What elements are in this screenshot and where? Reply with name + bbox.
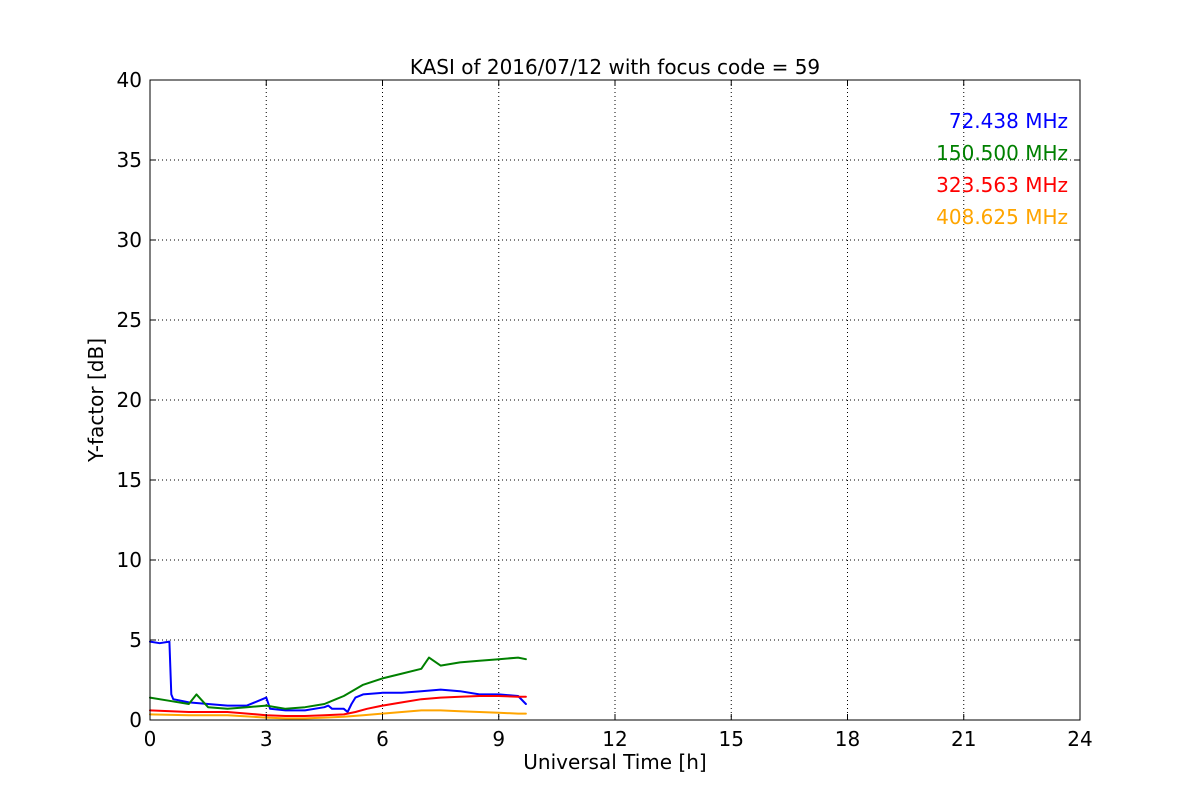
- legend-entry-1: 150.500 MHz: [936, 141, 1068, 165]
- y-tick-label: 30: [117, 228, 142, 252]
- x-tick-label: 9: [492, 727, 505, 751]
- chart-title: KASI of 2016/07/12 with focus code = 59: [410, 55, 820, 79]
- y-tick-label: 40: [117, 68, 142, 92]
- y-tick-label: 15: [117, 468, 142, 492]
- y-tick-label: 35: [117, 148, 142, 172]
- x-tick-label: 21: [951, 727, 976, 751]
- y-tick-label: 5: [129, 628, 142, 652]
- y-axis-label: Y-factor [dB]: [84, 338, 108, 463]
- x-tick-label: 3: [260, 727, 273, 751]
- y-tick-label: 10: [117, 548, 142, 572]
- legend-entry-3: 408.625 MHz: [936, 205, 1068, 229]
- legend-entry-0: 72.438 MHz: [949, 109, 1068, 133]
- x-axis-label: Universal Time [h]: [523, 750, 706, 774]
- x-tick-label: 24: [1067, 727, 1092, 751]
- chart: 0 3 6 9 12 15 18 21 24 0 5 10 15 20 25 30 35 40 72.438 MH…: [0, 0, 1200, 800]
- x-tick-label: 12: [602, 727, 627, 751]
- x-tick-label: 6: [376, 727, 389, 751]
- y-tick-label: 25: [117, 308, 142, 332]
- legend-entry-2: 323.563 MHz: [936, 173, 1068, 197]
- x-tick-label: 15: [719, 727, 744, 751]
- y-tick-label: 0: [129, 708, 142, 732]
- x-tick-label: 0: [144, 727, 157, 751]
- x-tick-label: 18: [835, 727, 860, 751]
- y-tick-label: 20: [117, 388, 142, 412]
